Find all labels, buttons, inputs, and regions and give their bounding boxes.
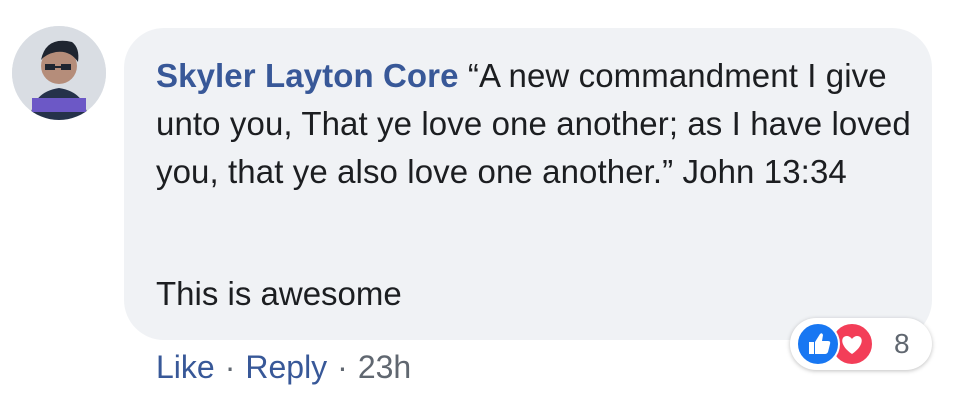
avatar-image	[12, 26, 106, 120]
reactions-summary[interactable]: 8	[790, 318, 932, 370]
comment-actions: Like · Reply · 23h	[156, 343, 411, 391]
comment-avatar[interactable]	[12, 26, 106, 120]
comment-author[interactable]: Skyler Layton Core	[156, 57, 459, 94]
separator: ·	[337, 349, 348, 385]
reply-link[interactable]: Reply	[245, 349, 327, 385]
like-link[interactable]: Like	[156, 349, 215, 385]
timestamp[interactable]: 23h	[358, 349, 411, 385]
thumbs-up-icon	[796, 322, 840, 366]
reactions-count: 8	[894, 328, 910, 359]
comment-body: Skyler Layton Core “A new commandment I …	[156, 52, 926, 196]
comment-text-line-2: This is awesome	[156, 275, 402, 312]
separator: ·	[224, 349, 236, 385]
